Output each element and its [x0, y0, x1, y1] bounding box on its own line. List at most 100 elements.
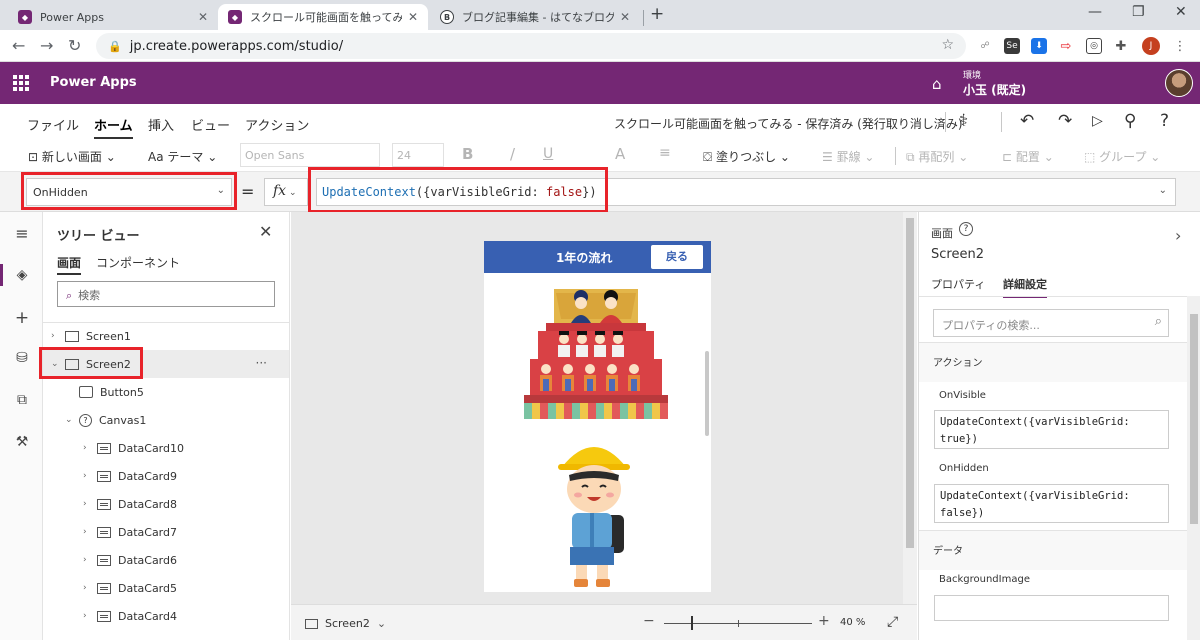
play-icon[interactable]: ▷ — [1092, 113, 1103, 129]
align-button[interactable]: ⊏ 配置 ⌄ — [1002, 148, 1054, 165]
share-user-icon[interactable]: ⚲ — [1124, 111, 1136, 131]
font-size-select[interactable]: 24 — [392, 143, 444, 167]
property-search-input[interactable]: プロパティの検索... ⌕ — [933, 309, 1169, 337]
font-select[interactable]: Open Sans — [240, 143, 380, 167]
new-screen-button[interactable]: ⊡ 新しい画面 ⌄ — [28, 148, 116, 165]
tree-node[interactable]: › DataCard7 — [43, 518, 289, 546]
property-dropdown[interactable]: OnHidden ⌄ — [26, 178, 232, 206]
underline-button[interactable]: U — [543, 146, 553, 162]
forward-arrow-icon[interactable]: → — [40, 36, 53, 55]
chevron-right-icon[interactable]: › — [83, 555, 93, 565]
minimize-icon[interactable]: — — [1088, 4, 1102, 20]
help-icon[interactable]: ? — [959, 222, 973, 236]
help-icon[interactable]: ? — [1160, 111, 1169, 131]
tree-node[interactable]: › DataCard6 — [43, 546, 289, 574]
menu-action[interactable]: アクション — [245, 115, 309, 134]
panel-scrollbar[interactable] — [1187, 296, 1200, 640]
tab-properties[interactable]: プロパティ — [931, 276, 985, 292]
layers-icon[interactable]: ◈ — [12, 267, 32, 283]
tree-node[interactable]: Button5 — [43, 378, 289, 406]
undo-icon[interactable]: ↶ — [1020, 111, 1034, 131]
expand-icon[interactable]: ⤢ — [887, 614, 898, 630]
tree-node[interactable]: › DataCard4 — [43, 602, 289, 630]
chevron-right-icon[interactable]: › — [51, 331, 61, 341]
scrollbar-thumb[interactable] — [906, 218, 914, 548]
italic-button[interactable]: / — [510, 145, 515, 163]
chevron-right-icon[interactable]: › — [83, 611, 93, 621]
waffle-icon[interactable] — [13, 75, 29, 91]
chevron-down-icon[interactable]: ⌄ — [65, 415, 75, 425]
close-icon[interactable]: ✕ — [259, 222, 272, 241]
tree-node[interactable]: › Screen1 — [43, 322, 289, 350]
extension-icon[interactable]: ◎ — [1086, 38, 1102, 54]
menu-view[interactable]: ビュー — [191, 115, 230, 134]
download-icon[interactable]: ⬇ — [1031, 38, 1047, 54]
font-color-button[interactable]: A — [615, 145, 625, 163]
formula-input[interactable]: UpdateContext({varVisibleGrid: false}) ⌄ — [316, 178, 1176, 206]
database-icon[interactable]: ⛁ — [12, 350, 32, 366]
extension-icon[interactable]: ⇨ — [1058, 38, 1074, 54]
extension-icon[interactable]: Se — [1004, 38, 1020, 54]
back-button[interactable]: 戻る — [651, 245, 703, 269]
new-tab-button[interactable]: + — [650, 4, 664, 24]
menu-insert[interactable]: 挿入 — [148, 115, 174, 134]
menu-kebab-icon[interactable]: ⋮ — [1172, 38, 1188, 54]
browser-tab-power-apps[interactable]: ◆ Power Apps ✕ — [8, 4, 218, 30]
onhidden-input[interactable]: UpdateContext({varVisibleGrid: false}) — [934, 484, 1169, 523]
screen-scrollbar[interactable] — [705, 351, 709, 436]
canvas-scrollbar[interactable] — [903, 212, 917, 604]
environment-name[interactable]: 小玉 (既定) — [963, 81, 1026, 98]
design-canvas[interactable]: 1年の流れ 戻る — [291, 212, 904, 604]
chevron-right-icon[interactable]: › — [83, 583, 93, 593]
redo-icon[interactable]: ↷ — [1058, 111, 1072, 131]
url-input[interactable]: 🔒 jp.create.powerapps.com/studio/ ☆ — [96, 33, 966, 59]
close-icon[interactable]: ✕ — [408, 10, 418, 24]
tree-node[interactable]: ⌄? Canvas1 — [43, 406, 289, 434]
close-icon[interactable]: ✕ — [198, 10, 208, 24]
restore-icon[interactable]: ❐ — [1132, 4, 1145, 20]
tab-components[interactable]: コンポーネント — [96, 254, 180, 271]
section-data[interactable]: データ — [919, 530, 1187, 570]
user-avatar[interactable] — [1165, 69, 1193, 97]
fill-button[interactable]: ⛋ 塗りつぶし ⌄ — [703, 148, 790, 165]
zoom-in-button[interactable]: + — [818, 613, 830, 629]
chevron-right-icon[interactable]: › — [1175, 226, 1181, 245]
chevron-right-icon[interactable]: › — [83, 471, 93, 481]
tree-node[interactable]: › DataCard8 — [43, 490, 289, 518]
menu-home[interactable]: ホーム — [94, 115, 133, 139]
menu-file[interactable]: ファイル — [27, 115, 79, 134]
section-action[interactable]: アクション — [919, 342, 1187, 382]
onvisible-input[interactable]: UpdateContext({varVisibleGrid: true}) — [934, 410, 1169, 449]
reload-icon[interactable]: ↻ — [68, 36, 81, 55]
tree-node[interactable]: › DataCard5 — [43, 574, 289, 602]
environment-icon[interactable]: ⌂ — [932, 75, 942, 93]
zoom-out-button[interactable]: − — [643, 613, 655, 629]
tree-node[interactable]: › DataCard9 — [43, 462, 289, 490]
chevron-down-icon[interactable]: ⌄ — [51, 359, 61, 369]
close-window-icon[interactable]: ✕ — [1175, 4, 1187, 20]
stethoscope-icon[interactable]: ⚕ — [959, 111, 968, 131]
puzzle-icon[interactable]: ✚ — [1113, 38, 1129, 54]
extension-icon[interactable]: ☍ — [977, 38, 993, 54]
plus-icon[interactable]: + — [12, 308, 32, 328]
tools-icon[interactable]: ⚒ — [12, 434, 32, 450]
bold-button[interactable]: B — [462, 145, 473, 163]
fx-button[interactable]: fx ⌄ — [264, 178, 308, 206]
chevron-right-icon[interactable]: › — [83, 527, 93, 537]
theme-button[interactable]: Aa テーマ ⌄ — [148, 148, 217, 165]
chevron-right-icon[interactable]: › — [83, 499, 93, 509]
scrollbar-thumb[interactable] — [1190, 314, 1198, 524]
app-screen-preview[interactable]: 1年の流れ 戻る — [484, 241, 711, 592]
browser-tab-hatena[interactable]: B ブログ記事編集 - はてなブログ ✕ — [430, 4, 640, 30]
background-image-input[interactable] — [934, 595, 1169, 621]
tab-screens[interactable]: 画面 — [57, 254, 82, 275]
browser-tab-scroll-screen[interactable]: ◆ スクロール可能画面を触ってみる - 保 ✕ — [218, 4, 428, 30]
reorder-button[interactable]: ⧉ 再配列 ⌄ — [906, 148, 968, 165]
hamburger-icon[interactable]: ≡ — [12, 224, 32, 243]
tree-node[interactable]: ⌄ Screen2 ··· — [43, 350, 289, 378]
profile-avatar[interactable]: J — [1142, 37, 1160, 55]
tree-node[interactable]: › DataCard10 — [43, 434, 289, 462]
chevron-right-icon[interactable]: › — [83, 443, 93, 453]
close-icon[interactable]: ✕ — [620, 10, 630, 24]
screen-selector[interactable]: Screen2 ⌄ — [305, 617, 386, 630]
